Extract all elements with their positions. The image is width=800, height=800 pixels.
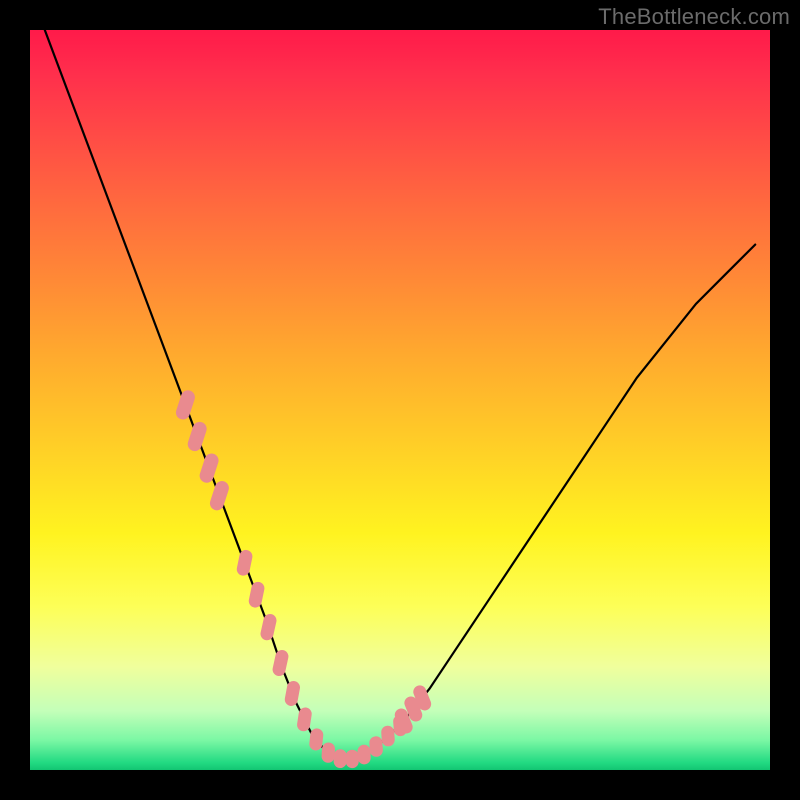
data-marker <box>321 742 335 763</box>
data-marker <box>381 725 395 746</box>
data-marker <box>357 745 371 765</box>
data-marker <box>346 750 359 769</box>
data-marker <box>236 549 254 577</box>
bottleneck-curve <box>45 30 755 759</box>
data-marker <box>284 680 301 707</box>
watermark-text: TheBottleneck.com <box>598 4 790 30</box>
data-marker <box>271 649 289 678</box>
data-marker <box>369 736 383 757</box>
data-marker <box>259 613 278 642</box>
curve-layer <box>30 30 770 770</box>
data-markers <box>174 388 433 768</box>
chart-frame: TheBottleneck.com <box>0 0 800 800</box>
data-marker <box>208 479 231 512</box>
data-marker <box>198 452 221 485</box>
data-marker <box>296 707 312 733</box>
data-marker <box>334 749 347 768</box>
data-marker <box>174 388 197 421</box>
data-marker <box>186 420 209 453</box>
plot-area <box>30 30 770 770</box>
data-marker <box>248 581 266 609</box>
